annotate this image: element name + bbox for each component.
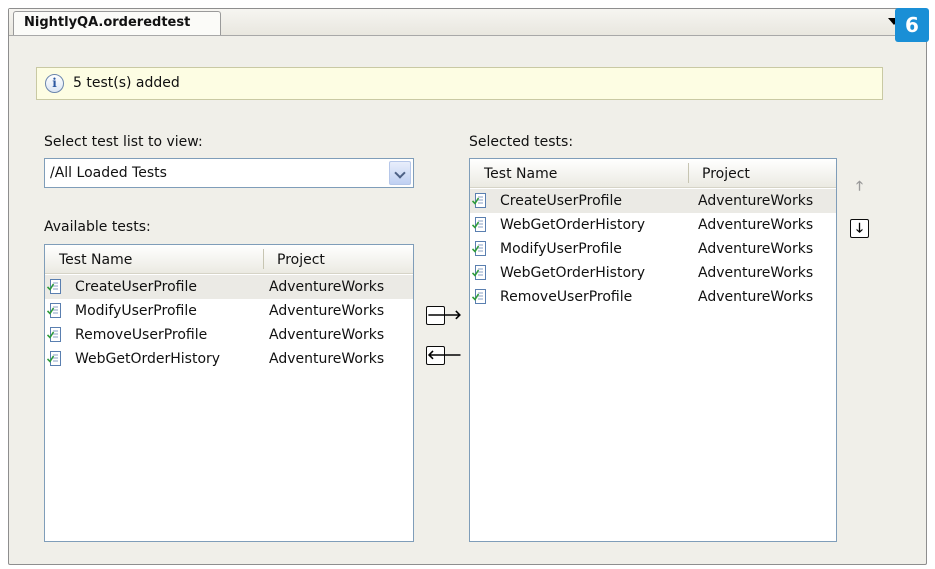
project-cell: AdventureWorks: [698, 289, 814, 305]
test-name-cell: CreateUserProfile: [500, 193, 622, 209]
test-icon: [46, 303, 62, 319]
info-message: 5 test(s) added: [73, 75, 180, 91]
test-name-cell: ModifyUserProfile: [75, 303, 197, 319]
column-header-test-name[interactable]: Test Name: [59, 245, 132, 273]
selected-tests-list[interactable]: Test Name Project CreateUserProfile Adven…: [469, 158, 837, 542]
table-row[interactable]: CreateUserProfile AdventureWorks: [470, 189, 836, 213]
test-icon: [46, 351, 62, 367]
project-cell: AdventureWorks: [698, 241, 814, 257]
project-cell: AdventureWorks: [698, 217, 814, 233]
column-header-project[interactable]: Project: [702, 159, 750, 187]
column-divider[interactable]: [688, 163, 689, 183]
test-name-cell: WebGetOrderHistory: [500, 265, 646, 281]
column-divider[interactable]: [263, 249, 264, 269]
info-bar: i 5 test(s) added: [36, 67, 883, 100]
step-badge: 6: [895, 8, 929, 42]
test-icon: [471, 217, 487, 233]
test-name-cell: ModifyUserProfile: [500, 241, 622, 257]
table-row[interactable]: CreateUserProfile AdventureWorks: [45, 275, 413, 299]
tab-strip: NightlyQA.orderedtest: [9, 9, 926, 36]
available-tests-header: Test Name Project: [45, 245, 413, 274]
select-test-list-label: Select test list to view:: [44, 134, 203, 150]
selected-tests-label: Selected tests:: [469, 134, 574, 150]
test-icon: [46, 327, 62, 343]
test-list-select-value: /All Loaded Tests: [50, 165, 167, 181]
table-row[interactable]: WebGetOrderHistory AdventureWorks: [470, 261, 836, 285]
test-icon: [471, 241, 487, 257]
table-row[interactable]: ModifyUserProfile AdventureWorks: [470, 237, 836, 261]
chevron-down-icon[interactable]: [389, 161, 411, 185]
table-row[interactable]: RemoveUserProfile AdventureWorks: [470, 285, 836, 309]
project-cell: AdventureWorks: [269, 327, 385, 343]
test-name-cell: WebGetOrderHistory: [500, 217, 646, 233]
test-icon: [471, 265, 487, 281]
table-row[interactable]: ModifyUserProfile AdventureWorks: [45, 299, 413, 323]
table-row[interactable]: WebGetOrderHistory AdventureWorks: [470, 213, 836, 237]
add-test-button[interactable]: 🡒: [426, 306, 462, 325]
info-icon: i: [45, 74, 64, 93]
project-cell: AdventureWorks: [269, 351, 385, 367]
tab-nightlyqa[interactable]: NightlyQA.orderedtest: [13, 11, 221, 35]
table-row[interactable]: RemoveUserProfile AdventureWorks: [45, 323, 413, 347]
test-icon: [46, 279, 62, 295]
test-name-cell: CreateUserProfile: [75, 279, 197, 295]
column-header-test-name[interactable]: Test Name: [484, 159, 557, 187]
project-cell: AdventureWorks: [269, 279, 385, 295]
project-cell: AdventureWorks: [269, 303, 385, 319]
available-tests-list[interactable]: Test Name Project CreateUserProfile Adven…: [44, 244, 414, 542]
test-name-cell: RemoveUserProfile: [75, 327, 208, 343]
test-name-cell: WebGetOrderHistory: [75, 351, 221, 367]
remove-test-button[interactable]: 🡐: [426, 346, 462, 365]
project-cell: AdventureWorks: [698, 193, 814, 209]
test-icon: [471, 193, 487, 209]
selected-tests-header: Test Name Project: [470, 159, 836, 188]
test-name-cell: RemoveUserProfile: [500, 289, 633, 305]
move-down-button[interactable]: 🡓: [850, 219, 869, 238]
project-cell: AdventureWorks: [698, 265, 814, 281]
test-icon: [471, 289, 487, 305]
column-header-project[interactable]: Project: [277, 245, 325, 273]
available-tests-label: Available tests:: [44, 219, 151, 235]
move-up-button[interactable]: 🡑: [850, 177, 869, 196]
test-list-select[interactable]: /All Loaded Tests: [44, 158, 414, 188]
table-row[interactable]: WebGetOrderHistory AdventureWorks: [45, 347, 413, 371]
